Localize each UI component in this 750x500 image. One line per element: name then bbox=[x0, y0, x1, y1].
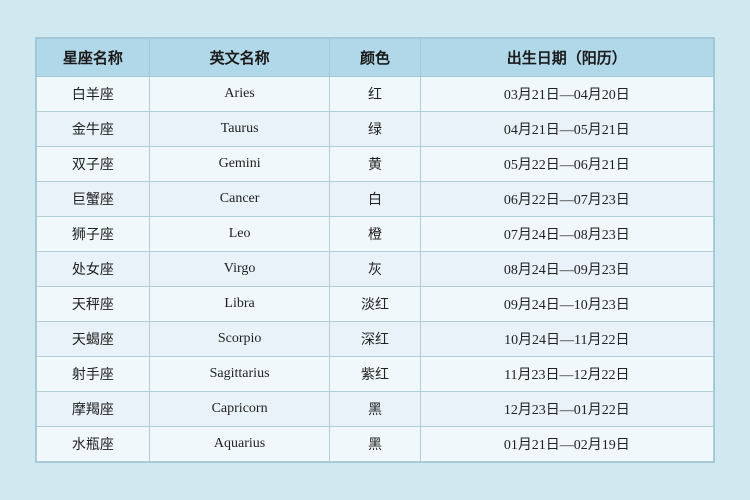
table-row: 天蝎座Scorpio深红10月24日—11月22日 bbox=[37, 322, 714, 357]
cell-chinese: 双子座 bbox=[37, 147, 150, 182]
cell-date: 06月22日—07月23日 bbox=[420, 182, 713, 217]
cell-chinese: 白羊座 bbox=[37, 77, 150, 112]
table-row: 白羊座Aries红03月21日—04月20日 bbox=[37, 77, 714, 112]
cell-chinese: 摩羯座 bbox=[37, 392, 150, 427]
cell-color: 淡红 bbox=[330, 287, 420, 322]
cell-date: 10月24日—11月22日 bbox=[420, 322, 713, 357]
cell-color: 黑 bbox=[330, 427, 420, 462]
cell-english: Leo bbox=[149, 217, 330, 252]
cell-english: Libra bbox=[149, 287, 330, 322]
cell-color: 黑 bbox=[330, 392, 420, 427]
cell-english: Sagittarius bbox=[149, 357, 330, 392]
header-chinese: 星座名称 bbox=[37, 39, 150, 77]
cell-chinese: 天秤座 bbox=[37, 287, 150, 322]
cell-chinese: 射手座 bbox=[37, 357, 150, 392]
cell-date: 12月23日—01月22日 bbox=[420, 392, 713, 427]
cell-english: Scorpio bbox=[149, 322, 330, 357]
cell-chinese: 水瓶座 bbox=[37, 427, 150, 462]
cell-english: Virgo bbox=[149, 252, 330, 287]
table-row: 处女座Virgo灰08月24日—09月23日 bbox=[37, 252, 714, 287]
cell-date: 05月22日—06月21日 bbox=[420, 147, 713, 182]
cell-english: Cancer bbox=[149, 182, 330, 217]
cell-chinese: 天蝎座 bbox=[37, 322, 150, 357]
cell-english: Aries bbox=[149, 77, 330, 112]
cell-date: 03月21日—04月20日 bbox=[420, 77, 713, 112]
cell-date: 11月23日—12月22日 bbox=[420, 357, 713, 392]
cell-color: 灰 bbox=[330, 252, 420, 287]
header-color: 颜色 bbox=[330, 39, 420, 77]
table-row: 射手座Sagittarius紫红11月23日—12月22日 bbox=[37, 357, 714, 392]
table-body: 白羊座Aries红03月21日—04月20日金牛座Taurus绿04月21日—0… bbox=[37, 77, 714, 462]
cell-color: 紫红 bbox=[330, 357, 420, 392]
table-row: 水瓶座Aquarius黑01月21日—02月19日 bbox=[37, 427, 714, 462]
cell-chinese: 处女座 bbox=[37, 252, 150, 287]
cell-english: Gemini bbox=[149, 147, 330, 182]
table-header-row: 星座名称 英文名称 颜色 出生日期（阳历） bbox=[37, 39, 714, 77]
cell-date: 08月24日—09月23日 bbox=[420, 252, 713, 287]
cell-color: 黄 bbox=[330, 147, 420, 182]
zodiac-table: 星座名称 英文名称 颜色 出生日期（阳历） 白羊座Aries红03月21日—04… bbox=[36, 38, 714, 462]
table-row: 巨蟹座Cancer白06月22日—07月23日 bbox=[37, 182, 714, 217]
cell-english: Aquarius bbox=[149, 427, 330, 462]
cell-color: 白 bbox=[330, 182, 420, 217]
cell-chinese: 巨蟹座 bbox=[37, 182, 150, 217]
cell-date: 09月24日—10月23日 bbox=[420, 287, 713, 322]
cell-chinese: 狮子座 bbox=[37, 217, 150, 252]
table-row: 双子座Gemini黄05月22日—06月21日 bbox=[37, 147, 714, 182]
cell-color: 深红 bbox=[330, 322, 420, 357]
table-row: 摩羯座Capricorn黑12月23日—01月22日 bbox=[37, 392, 714, 427]
cell-english: Taurus bbox=[149, 112, 330, 147]
cell-english: Capricorn bbox=[149, 392, 330, 427]
cell-color: 红 bbox=[330, 77, 420, 112]
header-english: 英文名称 bbox=[149, 39, 330, 77]
cell-color: 橙 bbox=[330, 217, 420, 252]
cell-date: 07月24日—08月23日 bbox=[420, 217, 713, 252]
cell-date: 04月21日—05月21日 bbox=[420, 112, 713, 147]
cell-chinese: 金牛座 bbox=[37, 112, 150, 147]
header-date: 出生日期（阳历） bbox=[420, 39, 713, 77]
cell-date: 01月21日—02月19日 bbox=[420, 427, 713, 462]
zodiac-table-container: 星座名称 英文名称 颜色 出生日期（阳历） 白羊座Aries红03月21日—04… bbox=[35, 37, 715, 463]
cell-color: 绿 bbox=[330, 112, 420, 147]
table-row: 金牛座Taurus绿04月21日—05月21日 bbox=[37, 112, 714, 147]
table-row: 天秤座Libra淡红09月24日—10月23日 bbox=[37, 287, 714, 322]
table-row: 狮子座Leo橙07月24日—08月23日 bbox=[37, 217, 714, 252]
